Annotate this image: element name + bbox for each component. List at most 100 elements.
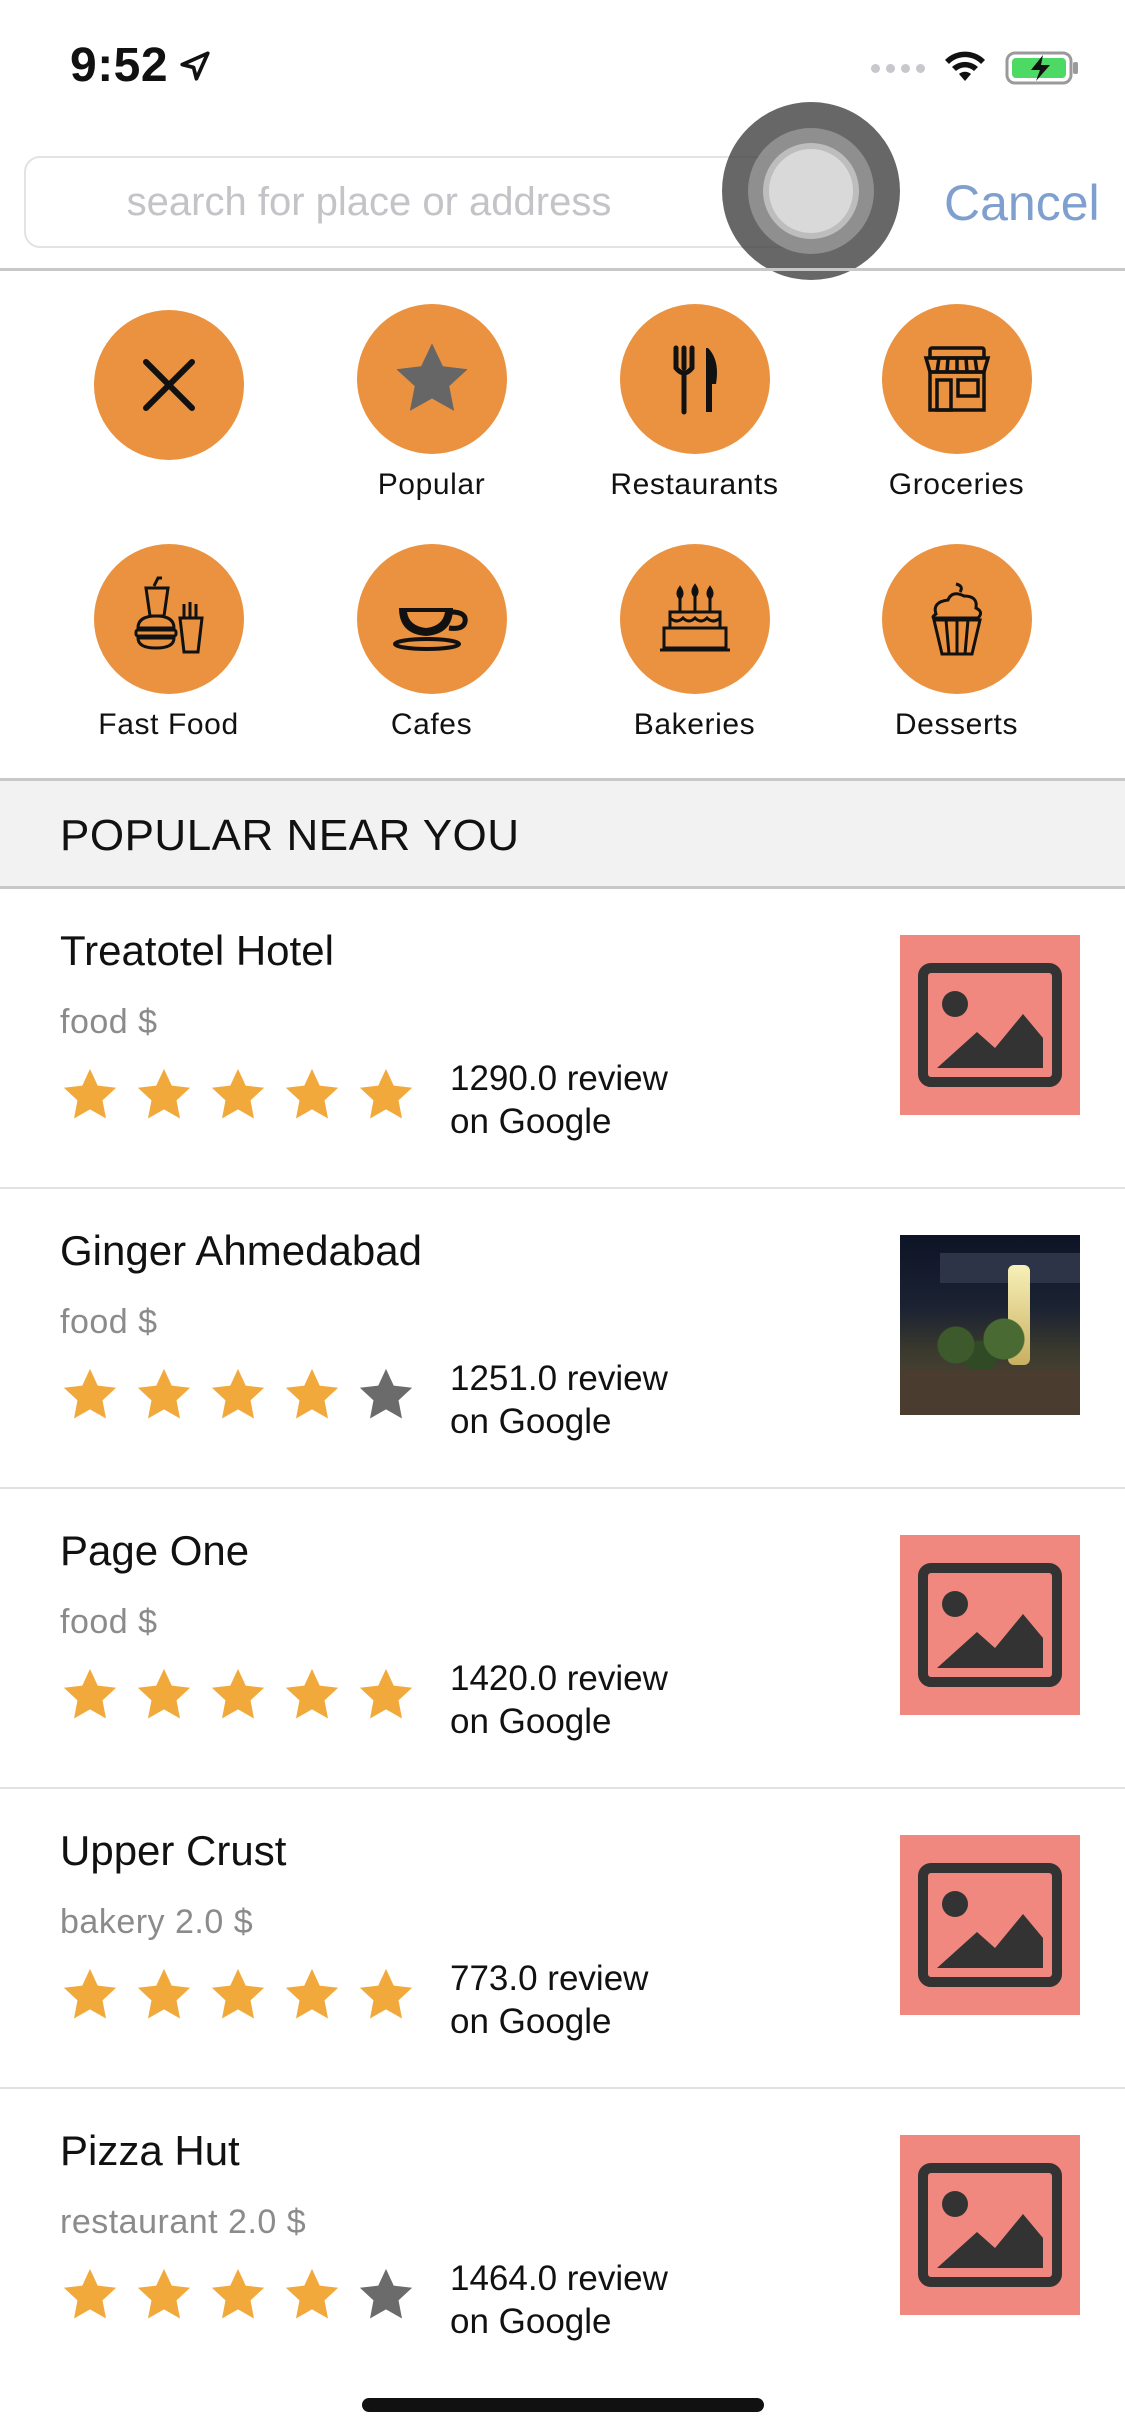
category-desserts[interactable]: Desserts — [825, 544, 1088, 748]
list-item[interactable]: Upper Crust bakery 2.0 $ 773.0 review on… — [0, 1789, 1125, 2089]
coffee-cup-icon — [392, 608, 468, 651]
cancel-button[interactable]: Cancel — [944, 174, 1100, 232]
place-name: Page One — [60, 1527, 250, 1574]
divider — [0, 268, 1125, 271]
rating-stars — [58, 1363, 418, 1427]
rating-stars — [58, 2263, 418, 2327]
star-filled-icon — [137, 1068, 191, 1119]
star-filled-icon — [359, 1068, 413, 1119]
place-meta: food $ — [60, 1003, 158, 1041]
star-filled-icon — [211, 1068, 265, 1119]
review-count-line: 1290.0 review — [450, 1059, 668, 1098]
star-filled-icon — [285, 1368, 339, 1419]
star-filled-icon — [285, 1668, 339, 1719]
category-restaurants[interactable]: Restaurants — [563, 304, 826, 508]
star-filled-icon — [137, 1668, 191, 1719]
place-name: Ginger Ahmedabad — [60, 1227, 422, 1274]
place-meta: food $ — [60, 1603, 158, 1641]
category-desserts-circle[interactable] — [881, 544, 1032, 694]
image-placeholder-icon — [900, 1835, 1080, 2015]
review-count-line: 773.0 review — [450, 1959, 649, 1998]
review-count: 773.0 review on Google — [450, 1957, 648, 2043]
category-cafes-circle[interactable] — [356, 544, 507, 694]
rating-stars — [58, 1063, 418, 1127]
place-photo — [900, 1235, 1080, 1415]
star-filled-icon — [359, 1968, 413, 2019]
star-filled-icon — [359, 1668, 413, 1719]
place-meta: bakery 2.0 $ — [60, 1903, 254, 1941]
category-grid: Popular Restaurants Groceries Fast Food … — [0, 300, 1125, 778]
section-header: POPULAR NEAR YOU — [0, 781, 1125, 889]
list-item[interactable]: Ginger Ahmedabad food $ 1251.0 review on… — [0, 1189, 1125, 1489]
review-source-line: on Google — [450, 1702, 612, 1741]
review-count: 1251.0 review on Google — [450, 1357, 668, 1443]
category-popular[interactable]: Popular — [300, 304, 563, 508]
category-clear[interactable] — [37, 310, 300, 514]
place-name: Upper Crust — [60, 1827, 287, 1874]
category-fast-food[interactable]: Fast Food — [37, 544, 300, 748]
category-groceries-circle[interactable] — [881, 304, 1032, 454]
section-title: POPULAR NEAR YOU — [60, 811, 520, 860]
star-filled-icon — [63, 1968, 117, 2019]
list-item[interactable]: Page One food $ 1420.0 review on Google — [0, 1489, 1125, 1789]
image-placeholder-icon — [900, 935, 1080, 1115]
image-placeholder-icon — [900, 2135, 1080, 2315]
place-name: Treatotel Hotel — [60, 927, 334, 974]
search-input[interactable] — [26, 158, 802, 246]
star-filled-icon — [137, 1968, 191, 2019]
review-count: 1464.0 review on Google — [450, 2257, 668, 2343]
category-popular-circle[interactable] — [356, 304, 507, 454]
category-label: Popular — [377, 468, 486, 501]
review-count-line: 1420.0 review — [450, 1659, 668, 1698]
star-filled-icon — [63, 1068, 117, 1119]
review-source-line: on Google — [450, 2302, 612, 2341]
fast-food-icon — [134, 576, 204, 654]
category-fast-food-circle[interactable] — [93, 544, 244, 694]
star-filled-icon — [285, 1968, 339, 2019]
list-item[interactable]: Treatotel Hotel food $ 1290.0 review on … — [0, 889, 1125, 1189]
battery-charging-icon — [1005, 51, 1078, 85]
category-clear-circle[interactable] — [93, 310, 244, 460]
category-bakeries-circle[interactable] — [619, 544, 770, 694]
place-list[interactable]: Treatotel Hotel food $ 1290.0 review on … — [0, 889, 1125, 2349]
status-time: 9:52 — [70, 38, 212, 93]
star-filled-icon — [211, 1668, 265, 1719]
category-label: Bakeries — [633, 708, 756, 741]
review-source-line: on Google — [450, 1102, 612, 1141]
place-meta: food $ — [60, 1303, 158, 1341]
category-groceries[interactable]: Groceries — [825, 304, 1088, 508]
status-bar: 9:52 — [0, 0, 1125, 140]
star-icon — [395, 343, 468, 411]
star-filled-icon — [137, 2268, 191, 2319]
category-label: Cafes — [390, 708, 473, 741]
cupcake-icon — [931, 582, 982, 656]
star-filled-icon — [63, 2268, 117, 2319]
category-label: Fast Food — [98, 708, 239, 741]
rating-stars — [58, 1663, 418, 1727]
review-source-line: on Google — [450, 2002, 612, 2041]
location-arrow-icon — [180, 50, 210, 81]
rating-stars — [58, 1963, 418, 2027]
review-count-line: 1251.0 review — [450, 1359, 668, 1398]
category-bakeries[interactable]: Bakeries — [563, 544, 826, 748]
home-indicator[interactable] — [362, 2398, 764, 2412]
star-filled-icon — [63, 1368, 117, 1419]
status-time-text: 9:52 — [70, 39, 169, 92]
place-meta: restaurant 2.0 $ — [60, 2203, 307, 2241]
search-row: Cancel — [0, 150, 1125, 270]
category-restaurants-circle[interactable] — [619, 304, 770, 454]
image-placeholder-icon — [900, 1535, 1080, 1715]
category-cafes[interactable]: Cafes — [300, 544, 563, 748]
review-count: 1420.0 review on Google — [450, 1657, 668, 1743]
star-filled-icon — [137, 1368, 191, 1419]
search-box[interactable] — [24, 156, 804, 248]
cellular-signal-icon — [871, 63, 925, 73]
assistive-touch-button[interactable] — [722, 102, 900, 280]
review-source-line: on Google — [450, 1402, 612, 1441]
list-item[interactable]: Pizza Hut restaurant 2.0 $ 1464.0 review… — [0, 2089, 1125, 2349]
star-filled-icon — [211, 2268, 265, 2319]
wifi-icon — [945, 51, 985, 81]
category-label: Groceries — [888, 468, 1025, 501]
star-filled-icon — [211, 1368, 265, 1419]
review-count: 1290.0 review on Google — [450, 1057, 668, 1143]
